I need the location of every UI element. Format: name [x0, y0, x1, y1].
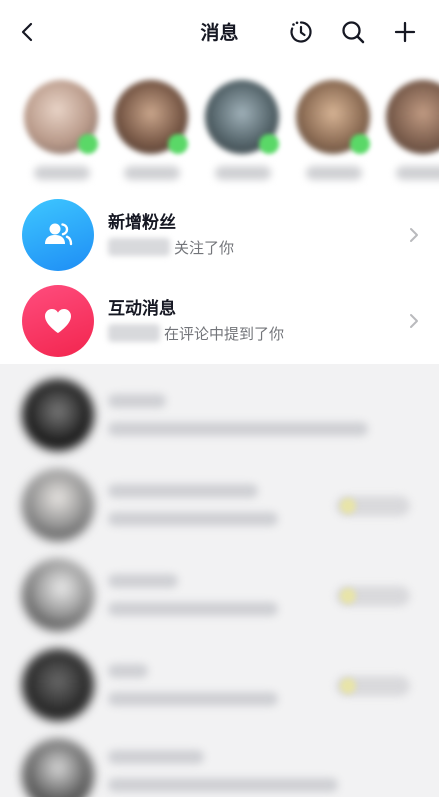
- avatar: [22, 739, 94, 797]
- history-button[interactable]: [281, 12, 321, 52]
- plus-icon: [394, 21, 416, 43]
- interaction-messages-row[interactable]: 互动消息 在评论中提到了你: [0, 276, 439, 366]
- blurred-badge-icon: [340, 498, 356, 514]
- blurred-name: [108, 394, 166, 408]
- blurred-message: [108, 692, 278, 706]
- search-button[interactable]: [333, 12, 373, 52]
- blurred-name: [108, 574, 178, 588]
- friend-story[interactable]: [386, 80, 439, 190]
- new-fans-row[interactable]: 新增粉丝 关注了你: [0, 190, 439, 280]
- friend-stories-row: [0, 64, 439, 194]
- row-title: 互动消息: [108, 299, 176, 319]
- blurred-message: [108, 778, 338, 792]
- avatar: [386, 80, 439, 154]
- online-status-dot: [168, 134, 188, 154]
- avatar: [22, 559, 94, 631]
- list-item[interactable]: [0, 730, 439, 797]
- blurred-badge-icon: [340, 678, 356, 694]
- friend-story[interactable]: [205, 80, 281, 190]
- list-item[interactable]: [0, 640, 439, 730]
- online-status-dot: [350, 134, 370, 154]
- friend-story[interactable]: [114, 80, 190, 190]
- interaction-messages-avatar: [22, 285, 94, 357]
- top-bar: 消息: [0, 0, 439, 64]
- friend-story[interactable]: [24, 80, 100, 190]
- blurred-username: [108, 238, 170, 256]
- blurred-username: [108, 324, 160, 342]
- list-item[interactable]: [0, 550, 439, 640]
- users-icon: [45, 223, 73, 246]
- blurred-name: [108, 664, 148, 678]
- heart-icon: [45, 309, 71, 333]
- add-button[interactable]: [385, 12, 425, 52]
- avatar: [22, 649, 94, 721]
- row-subtitle: 在评论中提到了你: [164, 325, 285, 343]
- blurred-name: [108, 484, 258, 498]
- avatar: [22, 469, 94, 541]
- avatar: [22, 379, 94, 451]
- row-subtitle: 关注了你: [174, 239, 235, 257]
- row-title: 新增粉丝: [108, 213, 176, 233]
- friend-name-blurred: [396, 166, 439, 180]
- list-item[interactable]: [0, 460, 439, 550]
- friend-name-blurred: [124, 166, 180, 180]
- blurred-message: [108, 602, 278, 616]
- list-item[interactable]: [0, 370, 439, 460]
- online-status-dot: [78, 134, 98, 154]
- friend-story[interactable]: [296, 80, 372, 190]
- blurred-name: [108, 750, 204, 764]
- search-icon: [342, 21, 365, 44]
- page-title: 消息: [200, 22, 239, 44]
- chevron-right-icon: [410, 228, 418, 242]
- blurred-badge-icon: [340, 588, 356, 604]
- friend-name-blurred: [306, 166, 362, 180]
- chevron-right-icon: [410, 314, 418, 328]
- online-status-dot: [259, 134, 279, 154]
- history-icon: [290, 21, 312, 43]
- blurred-message: [108, 422, 368, 436]
- blurred-message: [108, 512, 278, 526]
- new-fans-avatar: [22, 199, 94, 271]
- friend-name-blurred: [34, 166, 90, 180]
- chat-list-blurred: [0, 364, 439, 797]
- friend-name-blurred: [215, 166, 271, 180]
